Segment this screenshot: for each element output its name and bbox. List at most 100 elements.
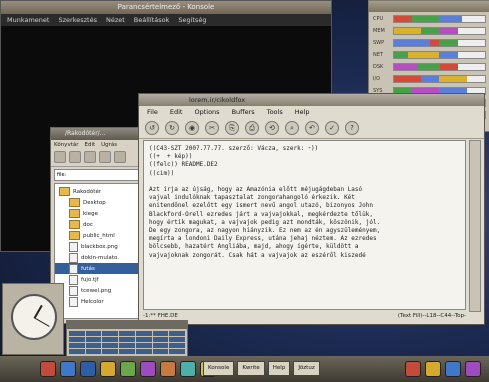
calendar-day <box>135 331 152 336</box>
launcher-icon[interactable] <box>180 361 196 377</box>
file-icon <box>69 274 78 285</box>
editor-tool-icon[interactable]: ⟲ <box>265 121 279 135</box>
menu-help[interactable]: Help <box>295 106 310 118</box>
editor-tool-icon[interactable]: ↶ <box>305 121 319 135</box>
editor-tool-icon[interactable]: ◉ <box>185 121 199 135</box>
back-icon[interactable] <box>54 151 66 163</box>
launcher-icon[interactable] <box>40 361 56 377</box>
folder-icon <box>59 187 70 196</box>
menu-settings[interactable]: Beállítások <box>134 14 170 26</box>
reload-icon[interactable] <box>114 151 126 163</box>
file-tree-item-label: public_html <box>83 232 115 239</box>
menu-session[interactable]: Munkamenet <box>7 14 49 26</box>
file-tree-item-label: blackbox.png <box>81 243 118 250</box>
task-button-konsole[interactable]: Konsole <box>203 361 235 376</box>
monitor-row: NET <box>373 50 486 60</box>
menu-edit[interactable]: Edit <box>170 106 183 118</box>
editor-tool-icon[interactable]: ⌕ <box>285 121 299 135</box>
hour-hand <box>34 304 43 318</box>
tray-icon[interactable] <box>465 361 481 377</box>
tray-icon[interactable] <box>405 361 421 377</box>
calendar-day <box>119 349 135 354</box>
monitor-bar <box>393 39 486 47</box>
calendar-day <box>102 337 119 342</box>
launcher-icon[interactable] <box>60 361 76 377</box>
file-tree-item-label: fujo.tjf <box>81 276 99 283</box>
monitor-bar <box>393 27 486 35</box>
menu-edit[interactable]: Szerkesztés <box>58 14 96 26</box>
editor-tool-icon[interactable]: ✂ <box>205 121 219 135</box>
monitor-bar-segment <box>439 76 467 82</box>
launcher-icon[interactable] <box>160 361 176 377</box>
monitor-bar-segment <box>394 28 422 34</box>
calendar-day <box>152 337 169 342</box>
launcher-icon[interactable] <box>80 361 96 377</box>
task-button-other[interactable]: Jöztuz <box>293 361 320 376</box>
launcher-icon[interactable] <box>100 361 116 377</box>
monitor-bar-segment <box>439 64 458 70</box>
launcher-icon[interactable] <box>140 361 156 377</box>
folder-icon <box>69 198 80 207</box>
folder-icon <box>69 209 80 218</box>
monitor-row: SWP <box>373 38 486 48</box>
tray-icon[interactable] <box>425 361 441 377</box>
calendar-day <box>85 349 102 354</box>
monitor-bar-segment <box>394 52 408 58</box>
calendar-day <box>169 331 185 336</box>
task-button-kwrite[interactable]: Kwrite <box>237 361 265 376</box>
menu-file[interactable]: File <box>147 106 158 118</box>
menu-view[interactable]: Nézet <box>106 14 125 26</box>
launcher-icon[interactable] <box>120 361 136 377</box>
menu-edit[interactable]: Edit <box>84 140 95 150</box>
editor-tool-icon[interactable]: ↻ <box>165 121 179 135</box>
calendar-day <box>119 331 135 336</box>
monitor-bar-segment <box>394 76 422 82</box>
calendar-day <box>69 349 85 354</box>
clock-face <box>11 294 57 340</box>
calendar-day <box>85 337 102 342</box>
editor-window[interactable]: lorem.ir/cikoldfox File Edit Options Buf… <box>138 93 485 325</box>
terminal-output[interactable] <box>1 26 331 34</box>
editor-tool-icon[interactable]: ✓ <box>325 121 339 135</box>
task-button-help[interactable]: Help <box>267 361 291 376</box>
editor-text-area[interactable]: ((C43-SZT 2007.77.77. szerző: Vácza, sze… <box>143 140 466 310</box>
calendar-day <box>152 349 169 354</box>
menu-tools[interactable]: Tools <box>267 106 283 118</box>
calendar-grid <box>67 329 187 356</box>
home-icon[interactable] <box>99 151 111 163</box>
monitor-row: I/O <box>373 74 486 84</box>
monitor-bar <box>393 63 486 71</box>
calendar-day <box>85 331 102 336</box>
up-icon[interactable] <box>84 151 96 163</box>
file-icon <box>69 241 78 252</box>
calendar-day <box>102 349 119 354</box>
file-tree-item-label: kiege <box>83 210 98 217</box>
menu-help[interactable]: Segítség <box>178 14 206 26</box>
editor-tool-icon[interactable]: ↺ <box>145 121 159 135</box>
tray-icon[interactable] <box>445 361 461 377</box>
calendar-day <box>169 337 185 342</box>
forward-icon[interactable] <box>69 151 81 163</box>
editor-tool-icon[interactable]: ? <box>345 121 359 135</box>
editor-tool-icon[interactable]: ⎘ <box>225 121 239 135</box>
monitor-bar-segment <box>439 16 463 22</box>
menu-buffers[interactable]: Buffers <box>232 106 255 118</box>
menu-directory[interactable]: Könyvtár <box>54 140 78 150</box>
file-tree-item-label: futás <box>81 265 95 272</box>
monitor-bar-segment <box>439 52 458 58</box>
file-icon <box>69 263 78 274</box>
file-icon <box>69 285 78 296</box>
monitor-bar-segment <box>416 64 440 70</box>
menu-go[interactable]: Ugrás <box>101 140 117 150</box>
file-tree-item-label: Helcolor <box>81 298 104 305</box>
calendar-day <box>69 337 85 342</box>
monitor-bar-segment <box>421 76 440 82</box>
calendar-day <box>69 343 85 348</box>
menu-options[interactable]: Options <box>194 106 219 118</box>
monitor-bar-segment <box>439 28 458 34</box>
monitor-bar-segment <box>394 16 413 22</box>
editor-scrollbar[interactable] <box>469 140 481 312</box>
editor-tool-icon[interactable]: ⎙ <box>245 121 259 135</box>
file-tree-item-label: Rakodótér <box>73 188 102 195</box>
calendar-day <box>69 331 85 336</box>
